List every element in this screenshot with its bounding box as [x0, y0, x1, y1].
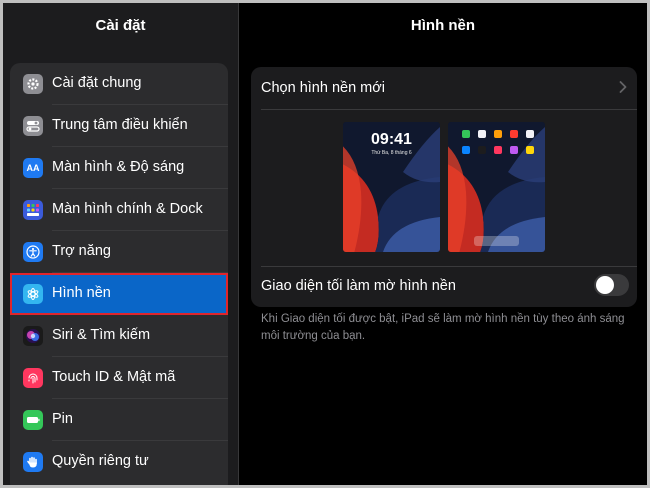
sidebar-item-label: Trợ năng — [52, 243, 111, 259]
sidebar-item-label: Trung tâm điều khiển — [52, 117, 188, 133]
text-size-icon: AA — [23, 158, 43, 178]
detail-title: Hình nền — [410, 17, 476, 34]
sidebar-item-touch-id-passcode[interactable]: Touch ID & Mật mã — [10, 357, 228, 399]
sidebar-item-label: Màn hình chính & Dock — [52, 201, 203, 217]
sidebar-item-display-brightness[interactable]: AA Màn hình & Độ sáng — [10, 147, 228, 189]
sidebar-item-label: Touch ID & Mật mã — [52, 369, 176, 385]
wallpaper-card: Chọn hình nền mới 09:41 Thứ Ba, 8 tháng … — [251, 67, 637, 307]
app-icon — [526, 146, 534, 154]
dark-appearance-dims-wallpaper-label: Giao diện tối làm mờ hình nền — [261, 278, 456, 294]
app-icon — [478, 130, 486, 138]
pane-divider — [238, 3, 239, 485]
toggle-knob — [596, 276, 614, 294]
sidebar-item-battery[interactable]: Pin — [10, 399, 228, 441]
app-icon — [510, 130, 518, 138]
sidebar-title: Cài đặt — [95, 17, 146, 34]
sidebar-item-label: Cài đặt chung — [52, 75, 142, 91]
sidebar-item-siri-search[interactable]: Siri & Tìm kiếm — [10, 315, 228, 357]
lock-screen-preview[interactable]: 09:41 Thứ Ba, 8 tháng 6 — [343, 122, 440, 252]
choose-new-wallpaper-row[interactable]: Chọn hình nền mới — [251, 67, 637, 109]
battery-icon — [23, 410, 43, 430]
settings-sidebar: Cài đặt Cài đặt chung Trung tâm điều khi… — [3, 3, 238, 485]
flower-icon — [23, 284, 43, 304]
sidebar-item-label: Quyền riêng tư — [52, 453, 149, 469]
lock-screen-time: 09:41 — [371, 131, 412, 148]
dark-appearance-dims-wallpaper-toggle[interactable] — [594, 274, 629, 296]
chevron-right-icon — [619, 81, 627, 93]
app-icon — [462, 146, 470, 154]
sidebar-item-label: Siri & Tìm kiếm — [52, 327, 151, 343]
toggles-icon — [23, 116, 43, 136]
sidebar-item-control-center[interactable]: Trung tâm điều khiển — [10, 105, 228, 147]
app-icon — [462, 130, 470, 138]
siri-icon — [23, 326, 43, 346]
accessibility-icon — [23, 242, 43, 262]
gear-icon — [23, 74, 43, 94]
sidebar-item-label: Pin — [52, 411, 73, 427]
sidebar-list: Cài đặt chung Trung tâm điều khiển AA Mà… — [10, 63, 228, 485]
divider — [261, 109, 637, 110]
sidebar-item-wallpaper[interactable]: Hình nền — [10, 273, 228, 315]
footer-note: Khi Giao diện tối được bật, iPad sẽ làm … — [261, 313, 625, 342]
hand-icon — [23, 452, 43, 472]
sidebar-item-home-screen-dock[interactable]: Màn hình chính & Dock — [10, 189, 228, 231]
choose-new-wallpaper-label: Chọn hình nền mới — [261, 80, 385, 96]
sidebar-item-label: Hình nền — [52, 285, 111, 301]
app-icon — [510, 146, 518, 154]
app-icon — [494, 146, 502, 154]
sidebar-item-label: Màn hình & Độ sáng — [52, 159, 185, 175]
sidebar-item-accessibility[interactable]: Trợ năng — [10, 231, 228, 273]
dark-appearance-dims-wallpaper-row: Giao diện tối làm mờ hình nền — [251, 266, 637, 307]
app-icon — [478, 146, 486, 154]
lock-screen-date: Thứ Ba, 8 tháng 6 — [371, 150, 412, 156]
sidebar-item-general[interactable]: Cài đặt chung — [10, 63, 228, 105]
fingerprint-icon — [23, 368, 43, 388]
sidebar-header: Cài đặt — [3, 3, 238, 49]
home-screen-preview[interactable] — [448, 122, 545, 252]
sidebar-item-privacy[interactable]: Quyền riêng tư — [10, 441, 228, 483]
app-grid-icon — [23, 200, 43, 220]
app-icon — [494, 130, 502, 138]
dock — [474, 236, 519, 246]
app-icon — [526, 130, 534, 138]
